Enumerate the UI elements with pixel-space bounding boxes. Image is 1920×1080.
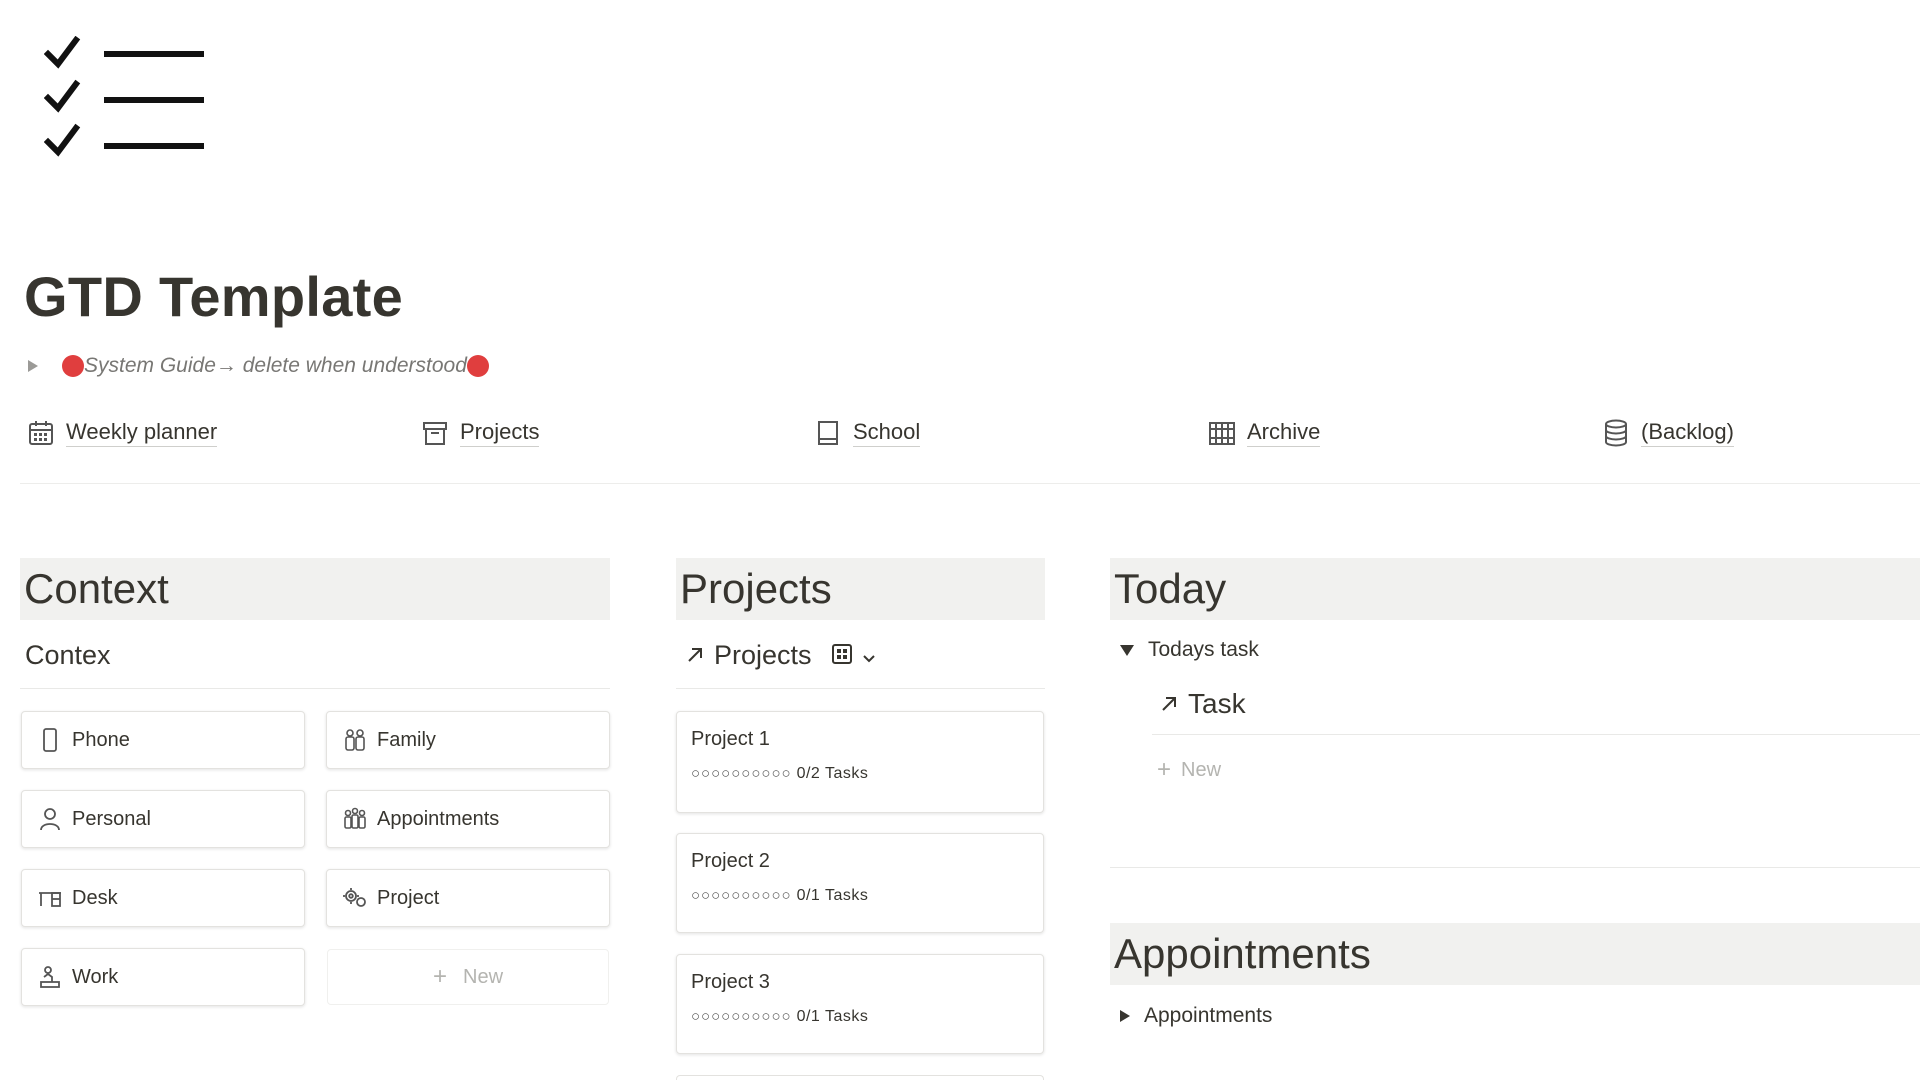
link-label: (Backlog): [1641, 419, 1734, 447]
context-card-appointments[interactable]: Appointments: [326, 790, 610, 848]
desk-icon: [38, 886, 62, 910]
project-progress: ○○○○○○○○○○ 0/1 Tasks: [691, 1008, 1029, 1026]
projects-db-title-label: Projects: [714, 640, 812, 670]
notebook-icon: [813, 418, 843, 448]
worker-icon: [38, 965, 62, 989]
task-db-title[interactable]: Task: [1160, 688, 1246, 720]
appointments-toggle-label: Appointments: [1144, 1004, 1273, 1027]
red-circle-icon: [466, 355, 489, 377]
card-label: Family: [377, 728, 436, 751]
family-icon: [343, 728, 367, 752]
red-circle-icon: [62, 355, 84, 377]
arrow-up-right-icon: [686, 640, 704, 671]
arrow-up-right-icon: [1160, 688, 1178, 720]
new-label: New: [1181, 758, 1222, 781]
project-progress: ○○○○○○○○○○ 0/1 Tasks: [691, 887, 1029, 905]
divider: [20, 688, 610, 689]
context-card-phone[interactable]: Phone: [21, 711, 305, 769]
context-db-title[interactable]: Contex: [25, 640, 111, 671]
divider: [1110, 867, 1920, 868]
calendar-icon: [26, 418, 56, 448]
gears-icon: [343, 886, 367, 910]
progress-dots: ○○○○○○○○○○: [691, 1008, 792, 1025]
link-label: Weekly planner: [66, 419, 218, 447]
divider: [20, 483, 1920, 484]
appointments-header: Appointments: [1110, 923, 1920, 985]
project-card[interactable]: Project 3 ○○○○○○○○○○ 0/1 Tasks: [676, 954, 1044, 1054]
link-label: Archive: [1247, 419, 1321, 447]
card-label: Appointments: [377, 807, 500, 830]
context-card-personal[interactable]: Personal: [21, 790, 305, 848]
context-new-button[interactable]: + New: [327, 949, 609, 1005]
plus-icon: +: [1157, 756, 1172, 783]
new-label: New: [463, 965, 504, 988]
link-backlog[interactable]: (Backlog): [1601, 418, 1734, 448]
progress-dots: ○○○○○○○○○○: [691, 765, 792, 782]
task-db-title-label: Task: [1188, 688, 1246, 719]
today-header: Today: [1110, 558, 1920, 620]
projects-db-title[interactable]: Projects: [686, 640, 876, 671]
context-header: Context: [20, 558, 610, 620]
card-label: Project: [377, 886, 440, 909]
project-progress: ○○○○○○○○○○ 0/2 Tasks: [691, 765, 1029, 783]
link-weekly-planner[interactable]: Weekly planner: [26, 418, 218, 448]
archive-box-icon: [420, 418, 450, 448]
progress-dots: ○○○○○○○○○○: [691, 887, 792, 904]
plus-icon: +: [432, 963, 447, 990]
context-card-family[interactable]: Family: [326, 711, 610, 769]
toggle-arrow-down-icon[interactable]: [1120, 644, 1134, 656]
divider: [676, 688, 1045, 689]
card-label: Personal: [72, 807, 151, 830]
task-new-button[interactable]: + New: [1157, 756, 1221, 784]
card-label: Phone: [72, 728, 130, 751]
context-db-title-label: Contex: [25, 640, 111, 670]
appointments-toggle[interactable]: Appointments: [1120, 1004, 1272, 1028]
project-name: Project 1: [691, 728, 770, 750]
chevron-down-icon[interactable]: [862, 640, 876, 671]
project-name: Project 2: [691, 850, 770, 872]
person-icon: [38, 807, 62, 831]
gallery-view-icon[interactable]: [831, 640, 852, 671]
page: GTD Template System Guide→ delete when u…: [0, 0, 1920, 1080]
checklist-icon[interactable]: [43, 35, 204, 178]
books-icon: [1207, 418, 1237, 448]
progress-label: 0/2 Tasks: [796, 765, 869, 782]
progress-label: 0/1 Tasks: [796, 1008, 869, 1025]
group-icon: [343, 807, 367, 831]
progress-label: 0/1 Tasks: [796, 887, 869, 904]
projects-header: Projects: [676, 558, 1045, 620]
context-card-desk[interactable]: Desk: [21, 869, 305, 927]
project-card[interactable]: Project 1 ○○○○○○○○○○ 0/2 Tasks: [676, 711, 1044, 813]
page-title: GTD Template: [24, 265, 404, 328]
context-card-project[interactable]: Project: [326, 869, 610, 927]
context-card-work[interactable]: Work: [21, 948, 305, 1006]
phone-icon: [38, 728, 62, 752]
page-links-row: Weekly planner Projects School Archive (…: [20, 410, 1920, 460]
toggle-arrow-icon[interactable]: [28, 360, 38, 372]
link-label: Projects: [460, 419, 540, 447]
database-icon: [1601, 418, 1631, 448]
link-archive[interactable]: Archive: [1207, 418, 1321, 448]
todays-task-label: Todays task: [1148, 638, 1259, 661]
todays-task-toggle[interactable]: Todays task: [1120, 638, 1259, 662]
card-label: Work: [72, 965, 119, 988]
link-label: School: [853, 419, 921, 447]
link-projects[interactable]: Projects: [420, 418, 540, 448]
system-guide-label: System Guide→ delete when understood: [84, 354, 467, 377]
project-name: Project 3: [691, 971, 770, 993]
link-school[interactable]: School: [813, 418, 921, 448]
toggle-arrow-icon[interactable]: [1120, 1010, 1130, 1022]
divider: [1152, 734, 1920, 735]
card-label: Desk: [72, 886, 118, 909]
project-card[interactable]: Project 2 ○○○○○○○○○○ 0/1 Tasks: [676, 833, 1044, 933]
project-card-partial[interactable]: [676, 1075, 1044, 1080]
system-guide-toggle[interactable]: System Guide→ delete when understood: [28, 354, 489, 378]
